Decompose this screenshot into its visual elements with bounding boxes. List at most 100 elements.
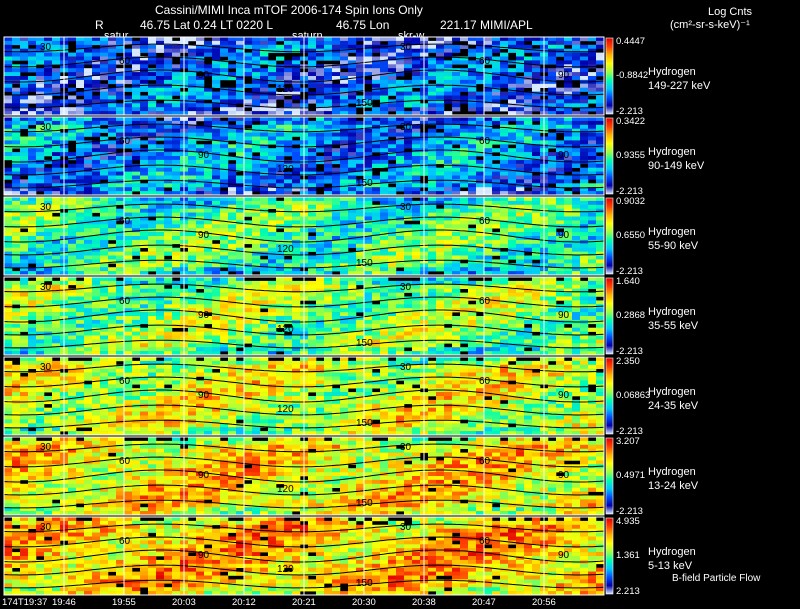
colorbar-max: 1.640 [616,276,640,287]
pitch-label-90: 90 [558,390,570,401]
colorbar [605,517,614,595]
pitch-label-150: 150 [356,498,373,510]
panel-3 [3,196,614,276]
pitch-label-60: 60 [479,375,491,387]
x-tick-label: 20:30 [352,597,376,608]
pitch-label-30: 30 [400,201,412,213]
energy-label: 13-24 keV [648,480,699,492]
panel-6 [3,436,614,516]
x-tick-label: 20:56 [532,597,556,608]
colorbar-min: 2.213 [616,586,640,597]
panel-4 [3,276,614,356]
pitch-label-90: 90 [198,70,210,81]
colorbar-max: 4.935 [616,516,640,527]
pitch-label-60: 60 [479,55,491,67]
energy-label: 5-13 keV [648,560,693,572]
colorbar [605,277,614,355]
energy-label: 55-90 keV [648,240,699,252]
panel-2 [3,116,614,196]
pitch-label-120: 120 [277,244,294,256]
colorbar-max: 0.9032 [616,196,646,207]
pitch-label-60: 60 [479,135,491,147]
colorbar [605,437,614,515]
x-tick-label: 20:38 [412,597,436,608]
pitch-label-30: 30 [400,281,412,293]
pitch-label-30: 30 [40,121,52,133]
species-label: Hydrogen [648,546,696,558]
species-label: Hydrogen [648,66,696,78]
colorbar-mid: 0.4971 [616,470,646,481]
energy-label: 149-227 keV [648,80,711,92]
pitch-label-30: 30 [40,521,52,533]
colorbar-max: 2.350 [616,356,640,367]
pitch-label-60: 60 [119,455,131,467]
colorbar-max: 0.4447 [616,36,646,47]
pitch-label-30: 30 [400,521,412,533]
colorbar [605,197,614,275]
pitch-label-30: 30 [40,441,52,453]
pitch-label-90: 90 [558,550,570,561]
b-field-legend: B-field Particle Flow [672,573,761,584]
pitch-label-30: 30 [40,361,52,373]
pitch-label-150: 150 [356,98,373,110]
pitch-label-90: 90 [198,150,210,161]
pitch-label-60: 60 [479,295,491,307]
pitch-label-60: 60 [119,55,131,67]
species-label: Hydrogen [648,146,696,158]
pitch-label-90: 90 [558,70,570,81]
x-tick-label: 20:47 [472,597,496,608]
energy-label: 90-149 keV [648,160,705,172]
x-tick-label: 20:03 [172,597,196,608]
colorbar-mid: 0.06863 [616,390,651,401]
panel-5 [3,356,614,436]
panel-1 [3,36,614,116]
pitch-label-60: 60 [119,375,131,387]
pitch-label-120: 120 [277,164,294,176]
pitch-label-90: 90 [558,150,570,161]
x-tick-label: 174T19:37 [2,597,48,608]
x-tick-label: 19:55 [112,597,136,608]
species-label: Hydrogen [648,466,696,478]
pitch-label-30: 30 [400,41,412,53]
pitch-label-90: 90 [198,550,210,561]
pitch-label-90: 90 [198,390,210,401]
pitch-label-90: 90 [558,310,570,321]
pitch-label-30: 30 [400,121,412,133]
pitch-label-120: 120 [277,564,294,576]
pitch-label-60: 60 [119,535,131,547]
pitch-label-150: 150 [356,338,373,350]
pitch-label-30: 30 [400,361,412,373]
pitch-label-120: 120 [277,404,294,416]
pitch-label-60: 60 [119,295,131,307]
pitch-label-90: 90 [198,470,210,481]
colorbar-max: 0.3422 [616,116,646,127]
species-label: Hydrogen [648,306,696,318]
colorbar [605,117,614,195]
colorbar [605,357,614,435]
species-label: Hydrogen [648,226,696,238]
pitch-label-150: 150 [356,418,373,430]
panel-7 [3,516,614,596]
pitch-label-150: 150 [356,178,373,190]
x-tick-label: 20:21 [292,597,316,608]
pitch-label-60: 60 [119,215,131,227]
colorbar-max: 3.207 [616,436,640,447]
pitch-label-60: 60 [479,455,491,467]
colorbar-mid: 0.9355 [616,150,646,161]
pitch-label-90: 90 [198,230,210,241]
mimi-inca-spectrogram-window: { "header": { "title": "Cassini/MIMI Inc… [0,0,800,609]
pitch-label-90: 90 [198,310,210,321]
pitch-label-30: 30 [40,41,52,53]
colorbar-mid: -0.8842 [616,70,649,81]
pitch-label-120: 120 [277,324,294,336]
pitch-label-30: 30 [40,201,52,213]
pitch-label-90: 90 [558,470,570,481]
pitch-label-150: 150 [356,578,373,590]
energy-label: 35-55 keV [648,320,699,332]
x-tick-label: 19:46 [52,597,76,608]
pitch-label-60: 60 [119,135,131,147]
species-label: Hydrogen [648,386,696,398]
pitch-label-150: 150 [356,258,373,270]
pitch-label-120: 120 [277,484,294,496]
colorbar-mid: 0.6550 [616,230,646,241]
